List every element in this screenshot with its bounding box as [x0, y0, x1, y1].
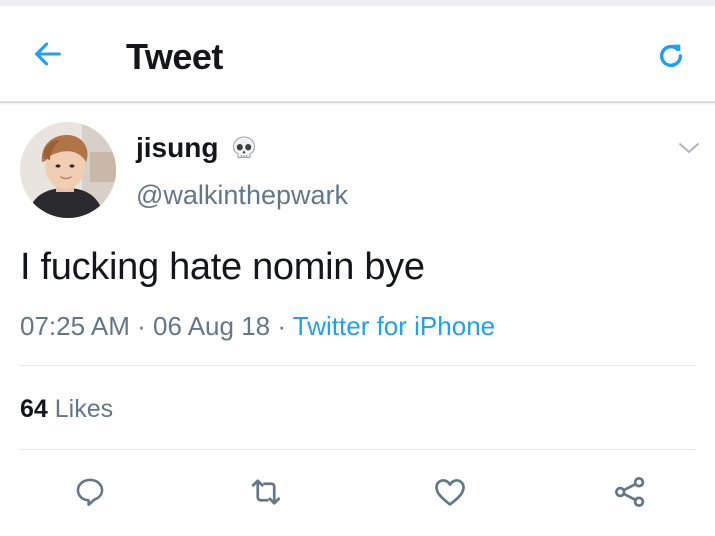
heart-icon	[435, 479, 465, 506]
tweet-time: 07:25 AM	[20, 311, 130, 341]
display-name: jisung	[136, 132, 219, 163]
refresh-button[interactable]	[651, 36, 691, 76]
refresh-icon	[659, 44, 683, 68]
divider	[20, 365, 695, 366]
page-title: Tweet	[126, 36, 223, 77]
meta-separator: ·	[137, 311, 146, 341]
reply-button[interactable]	[68, 470, 112, 514]
tweet-actions	[0, 470, 715, 514]
back-button[interactable]	[28, 34, 68, 74]
arrow-left-icon	[35, 42, 61, 66]
tweet-text: I fucking hate nomin bye	[20, 246, 425, 288]
likes-count: 64	[20, 395, 48, 423]
share-button[interactable]	[608, 470, 652, 514]
tweet-options-button[interactable]	[676, 138, 702, 158]
skull-icon	[230, 134, 258, 162]
chevron-down-icon	[679, 143, 699, 153]
tweet-meta: 07:25 AM · 06 Aug 18 · Twitter for iPhon…	[20, 311, 495, 342]
tweet-detail: jisung @walkinthepwark I fucking hate no…	[0, 106, 715, 536]
share-icon	[615, 477, 645, 507]
top-bar: Tweet	[0, 6, 715, 101]
tweet-date: 06 Aug 18	[153, 311, 271, 341]
tweet-source-link[interactable]: Twitter for iPhone	[293, 311, 495, 341]
avatar[interactable]	[20, 122, 116, 218]
avatar-image	[20, 122, 116, 218]
meta-separator: ·	[277, 311, 287, 341]
likes-label: Likes	[54, 395, 114, 423]
divider	[20, 449, 695, 450]
reply-icon	[76, 478, 104, 507]
likes-stat[interactable]: 64 Likes	[20, 395, 113, 424]
retweet-icon	[251, 479, 281, 505]
user-handle[interactable]: @walkinthepwark	[136, 180, 348, 211]
retweet-button[interactable]	[244, 470, 288, 514]
like-button[interactable]	[428, 470, 472, 514]
author-name-row[interactable]: jisung	[136, 132, 258, 164]
